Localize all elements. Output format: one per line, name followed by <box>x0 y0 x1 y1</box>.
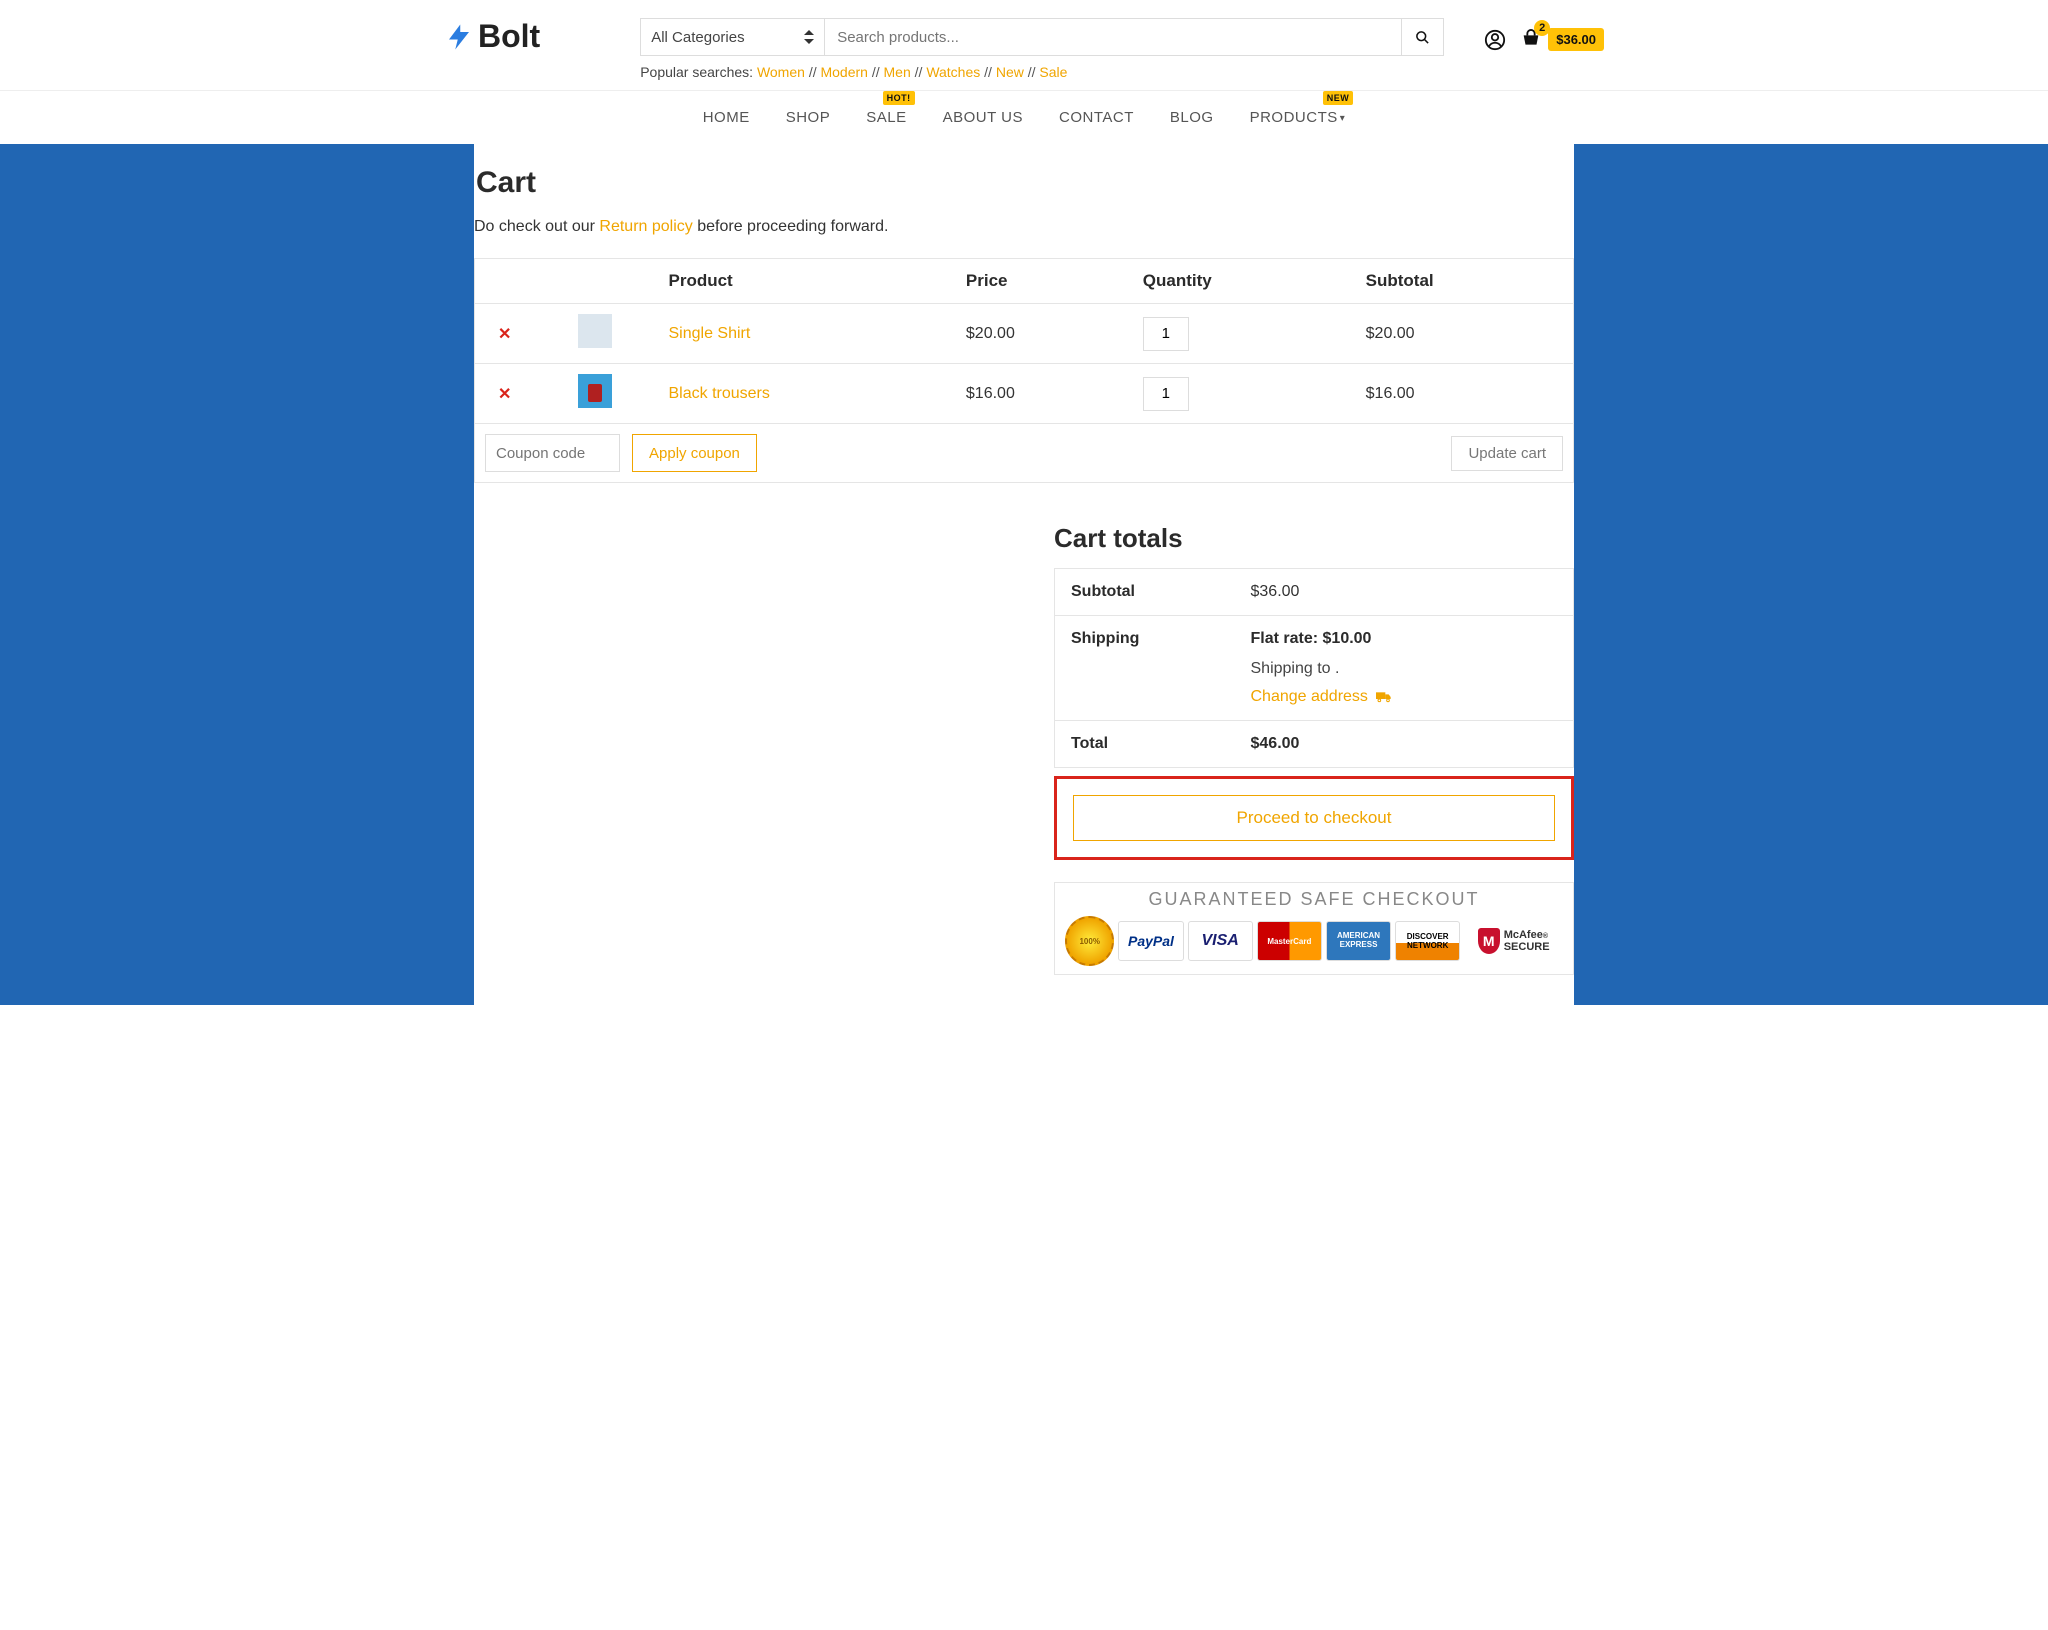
subtotal-label: Subtotal <box>1055 569 1235 616</box>
logo[interactable]: Bolt <box>444 18 540 55</box>
mcafee-logo: M McAfee®SECURE <box>1464 921 1563 961</box>
chevron-down-icon: ▾ <box>1340 113 1346 124</box>
remove-item-button[interactable]: ✕ <box>498 386 511 403</box>
change-address-link[interactable]: Change address <box>1251 688 1392 706</box>
popular-searches: Popular searches: Women // Modern // Men… <box>640 64 1444 80</box>
shipping-label: Shipping <box>1055 616 1235 721</box>
discover-logo: DISCOVER NETWORK <box>1395 921 1460 961</box>
mastercard-logo: MasterCard <box>1257 921 1322 961</box>
apply-coupon-button[interactable]: Apply coupon <box>632 434 757 472</box>
nav-bar: HOME SHOP HOT! SALE ABOUT US CONTACT BLO… <box>0 90 2048 144</box>
product-thumbnail[interactable] <box>578 374 612 408</box>
table-header-row: Product Price Quantity Subtotal <box>475 259 1574 304</box>
shield-icon: M <box>1478 928 1500 954</box>
search-input[interactable] <box>825 18 1402 56</box>
coupon-row: Apply coupon Update cart <box>475 424 1574 483</box>
nav-products[interactable]: NEW PRODUCTS▾ <box>1250 109 1346 126</box>
subtotal-cell: $16.00 <box>1352 364 1574 424</box>
col-quantity: Quantity <box>1129 259 1352 304</box>
table-row: ✕ Black trousers $16.00 $16.00 <box>475 364 1574 424</box>
visa-logo: VISA <box>1188 921 1253 961</box>
col-subtotal: Subtotal <box>1352 259 1574 304</box>
proceed-to-checkout-button[interactable]: Proceed to checkout <box>1073 795 1555 841</box>
product-link[interactable]: Black trousers <box>669 385 770 402</box>
search-area: All Categories Popular searches: Women /… <box>640 18 1444 80</box>
popular-link-watches[interactable]: Watches <box>926 64 980 80</box>
search-button[interactable] <box>1402 18 1444 56</box>
popular-label: Popular searches: <box>640 64 753 80</box>
subtotal-cell: $20.00 <box>1352 304 1574 364</box>
search-icon <box>1415 30 1430 45</box>
page-title: Cart <box>474 166 1574 200</box>
popular-link-men[interactable]: Men <box>884 64 911 80</box>
price-cell: $20.00 <box>952 304 1129 364</box>
nav-contact[interactable]: CONTACT <box>1059 109 1134 126</box>
total-label: Total <box>1055 721 1235 768</box>
nav-blog[interactable]: BLOG <box>1170 109 1214 126</box>
logo-text: Bolt <box>478 18 540 55</box>
col-price: Price <box>952 259 1129 304</box>
amex-logo: AMERICAN EXPRESS <box>1326 921 1391 961</box>
nav-home[interactable]: HOME <box>703 109 750 126</box>
col-product: Product <box>655 259 952 304</box>
price-cell: $16.00 <box>952 364 1129 424</box>
cart-totals-table: Subtotal $36.00 Shipping Flat rate: $10.… <box>1054 568 1574 768</box>
popular-link-sale[interactable]: Sale <box>1039 64 1067 80</box>
total-value: $46.00 <box>1235 721 1574 768</box>
remove-item-button[interactable]: ✕ <box>498 326 511 343</box>
popular-link-modern[interactable]: Modern <box>820 64 867 80</box>
quantity-input[interactable] <box>1143 377 1189 411</box>
update-cart-button[interactable]: Update cart <box>1451 436 1563 471</box>
popular-link-women[interactable]: Women <box>757 64 805 80</box>
safe-checkout-panel: GUARANTEED SAFE CHECKOUT 100% PayPal VIS… <box>1054 882 1574 975</box>
bolt-icon <box>444 22 474 52</box>
cart-totals-title: Cart totals <box>1054 523 1574 554</box>
header: Bolt All Categories Popular searches: Wo… <box>424 0 1624 90</box>
paypal-logo: PayPal <box>1118 921 1183 961</box>
header-cart[interactable]: 2 $36.00 <box>1520 28 1604 51</box>
header-right: 2 $36.00 <box>1484 18 1604 51</box>
coupon-input[interactable] <box>485 434 620 472</box>
cart-total-pill: $36.00 <box>1548 28 1604 51</box>
search-category-select[interactable]: All Categories <box>640 18 825 56</box>
search-row: All Categories <box>640 18 1444 56</box>
new-badge: NEW <box>1323 91 1354 105</box>
product-thumbnail[interactable] <box>578 314 612 348</box>
truck-icon <box>1376 690 1392 704</box>
checkout-highlight: Proceed to checkout <box>1054 776 1574 860</box>
hot-badge: HOT! <box>883 91 915 105</box>
nav-sale[interactable]: HOT! SALE <box>866 109 906 126</box>
quantity-input[interactable] <box>1143 317 1189 351</box>
nav-about[interactable]: ABOUT US <box>943 109 1023 126</box>
intro-text: Do check out our Return policy before pr… <box>474 218 1574 236</box>
shipping-to: Shipping to . <box>1251 660 1558 678</box>
shipping-rate: Flat rate: $10.00 <box>1251 630 1558 648</box>
product-link[interactable]: Single Shirt <box>669 325 751 342</box>
popular-link-new[interactable]: New <box>996 64 1024 80</box>
safe-checkout-title: GUARANTEED SAFE CHECKOUT <box>1065 889 1563 910</box>
guarantee-seal-icon: 100% <box>1065 916 1114 966</box>
subtotal-value: $36.00 <box>1235 569 1574 616</box>
table-row: ✕ Single Shirt $20.00 $20.00 <box>475 304 1574 364</box>
nav-shop[interactable]: SHOP <box>786 109 831 126</box>
return-policy-link[interactable]: Return policy <box>599 218 692 235</box>
cart-table: Product Price Quantity Subtotal ✕ Single… <box>474 258 1574 483</box>
account-icon[interactable] <box>1484 29 1506 51</box>
